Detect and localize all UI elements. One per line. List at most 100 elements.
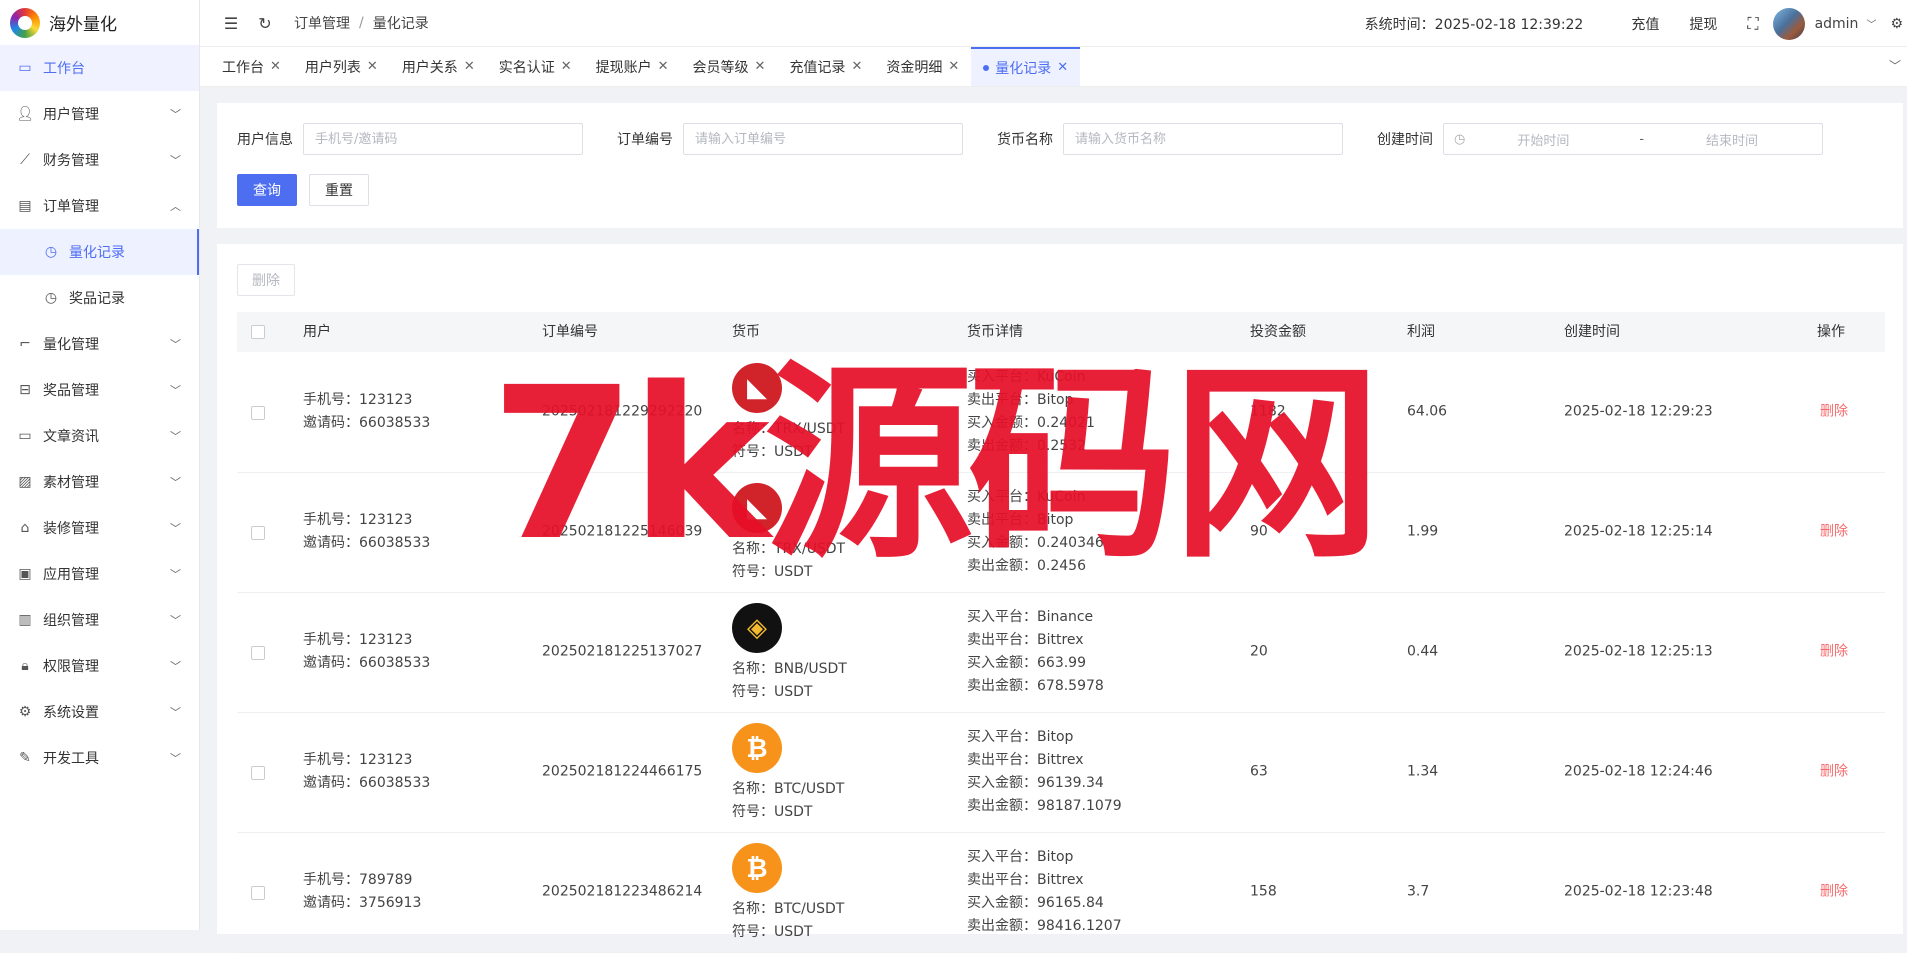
sidebar-item-decoration[interactable]: ⌂ 装修管理 ﹀ [0, 505, 199, 551]
sidebar-item-label: 开发工具 [43, 751, 99, 767]
tab-quant-records[interactable]: 量化记录 ✕ [971, 47, 1081, 86]
tabs-more-chevron-icon[interactable]: ﹀ [1889, 57, 1901, 74]
order-no: 202502181225137027 [542, 643, 703, 660]
delete-link[interactable]: 删除 [1820, 881, 1848, 904]
sidebar-item-materials[interactable]: ▨ 素材管理 ﹀ [0, 459, 199, 505]
close-icon[interactable]: ✕ [561, 59, 572, 74]
delete-link[interactable]: 删除 [1820, 401, 1848, 424]
breadcrumb: 订单管理 / 量化记录 [294, 13, 429, 33]
created-time: 2025-02-18 12:29:23 [1564, 403, 1713, 420]
sidebar-subitem-quant-records[interactable]: ◷ 量化记录 [0, 229, 199, 275]
date-range-picker[interactable]: ◷ 开始时间 - 结束时间 [1443, 123, 1823, 155]
user-menu[interactable]: admin [1815, 16, 1859, 32]
sidebar-item-articles[interactable]: ▭ 文章资讯 ﹀ [0, 413, 199, 459]
chevron-down-icon[interactable]: ﹀ [1866, 16, 1876, 31]
avatar[interactable] [1772, 7, 1805, 40]
sidebar-item-label: 量化管理 [43, 337, 99, 353]
close-icon[interactable]: ✕ [367, 59, 378, 74]
sidebar-subitem-prize-records[interactable]: ◷ 奖品记录 [0, 275, 199, 321]
sidebar-item-apps[interactable]: ▣ 应用管理 ﹀ [0, 551, 199, 597]
tab-label: 资金明细 [886, 59, 943, 76]
coin-name: 名称：BNB/USDT [732, 661, 847, 677]
tab-user-relations[interactable]: 用户关系 ✕ [390, 47, 487, 86]
order-icon: ▤ [18, 198, 32, 214]
refresh-icon[interactable]: ↻ [256, 14, 274, 33]
sidebar-item-prize-management[interactable]: ⊟ 奖品管理 ﹀ [0, 367, 199, 413]
delete-link[interactable]: 删除 [1820, 521, 1848, 544]
buy-amount: 买入金额：96139.34 [967, 775, 1104, 791]
tab-member-levels[interactable]: 会员等级 ✕ [681, 47, 778, 86]
close-icon[interactable]: ✕ [464, 59, 475, 74]
tab-fund-details[interactable]: 资金明细 ✕ [874, 47, 971, 86]
close-icon[interactable]: ✕ [270, 59, 281, 74]
tab-user-list[interactable]: 用户列表 ✕ [293, 47, 390, 86]
sidebar-item-workbench[interactable]: ▭ 工作台 [0, 45, 199, 91]
logo-icon [10, 7, 40, 38]
select-all-checkbox[interactable] [251, 325, 265, 339]
row-checkbox[interactable] [251, 646, 265, 660]
coin-details: 买入平台：Bitop 卖出平台：Bittrex 买入金额：96165.84 卖出… [967, 846, 1122, 938]
tab-label: 充值记录 [789, 59, 846, 76]
recharge-link[interactable]: 充值 [1631, 14, 1659, 34]
reset-button[interactable]: 重置 [309, 174, 369, 206]
header-right: 系统时间：2025-02-18 12:39:22 充值 提现 ⛶ admin ﹀… [1365, 0, 1907, 47]
sidebar-item-permissions[interactable]: 🔒︎ 权限管理 ﹀ [0, 643, 199, 689]
chevron-down-icon: ﹀ [170, 706, 181, 719]
user-cell: 手机号：789789 邀请码：3756913 [303, 869, 421, 915]
system-time: 系统时间：2025-02-18 12:39:22 [1364, 16, 1584, 33]
order-no-label: 订单编号 [617, 132, 673, 148]
sidebar-item-user-management[interactable]: 👤︎ 用户管理 ﹀ [0, 91, 199, 137]
batch-delete-button[interactable]: 删除 [237, 264, 295, 296]
tab-workbench[interactable]: 工作台 ✕ [210, 47, 293, 86]
row-checkbox[interactable] [251, 886, 265, 900]
menu-fold-icon[interactable]: ☰ [222, 14, 240, 33]
sidebar-item-settings[interactable]: ⚙ 系统设置 ﹀ [0, 689, 199, 735]
chevron-down-icon: ﹀ [170, 154, 181, 167]
coin-symbol: 符号：USDT [732, 924, 813, 940]
breadcrumb-item-orders[interactable]: 订单管理 [294, 13, 350, 33]
coin-name-input[interactable] [1063, 123, 1343, 155]
row-checkbox[interactable] [251, 406, 265, 420]
decorate-icon: ⌂ [20, 520, 30, 536]
chevron-down-icon: ﹀ [170, 476, 181, 489]
order-no-input[interactable] [683, 123, 963, 155]
sell-platform: 卖出平台：Bittrex [967, 752, 1084, 768]
sell-amount: 卖出金额：98187.1079 [967, 798, 1122, 814]
app-logo[interactable]: 海外量化 [0, 0, 199, 45]
delete-link[interactable]: 删除 [1820, 761, 1848, 784]
lock-icon: 🔒︎ [21, 658, 29, 674]
fullscreen-icon[interactable]: ⛶ [1747, 14, 1758, 34]
tab-recharge-records[interactable]: 充值记录 ✕ [777, 47, 874, 86]
sidebar-item-finance[interactable]: ⟋ 财务管理 ﹀ [0, 137, 199, 183]
sidebar-item-organization[interactable]: ▥ 组织管理 ﹀ [0, 597, 199, 643]
close-icon[interactable]: ✕ [755, 59, 766, 74]
user-info-input[interactable] [303, 123, 583, 155]
close-icon[interactable]: ✕ [851, 59, 862, 74]
profit: 0.44 [1407, 643, 1439, 660]
breadcrumb-item-current: 量化记录 [372, 16, 429, 32]
settings-gear-icon[interactable]: ⚙ [1890, 16, 1903, 32]
chevron-down-icon: ﹀ [170, 430, 181, 443]
coin-name: 名称：BTC/USDT [732, 901, 845, 917]
tab-withdraw-accounts[interactable]: 提现账户 ✕ [584, 47, 681, 86]
start-time-input[interactable]: 开始时间 [1517, 130, 1597, 149]
breadcrumb-separator: / [359, 15, 364, 31]
row-checkbox[interactable] [251, 526, 265, 540]
tab-label: 会员等级 [692, 59, 749, 76]
query-button[interactable]: 查询 [237, 174, 297, 206]
sidebar: 海外量化 ▭ 工作台 👤︎ 用户管理 ﹀ ⟋ 财务管理 ﹀ ▤ 订单管理 ︿ ◷… [0, 0, 200, 930]
close-icon[interactable]: ✕ [948, 59, 959, 74]
sidebar-item-orders[interactable]: ▤ 订单管理 ︿ [0, 183, 199, 229]
coin-details: 买入平台：Binance 卖出平台：Bittrex 买入金额：663.99 卖出… [967, 606, 1104, 698]
tab-real-name-auth[interactable]: 实名认证 ✕ [487, 47, 584, 86]
delete-link[interactable]: 删除 [1820, 641, 1848, 664]
close-icon[interactable]: ✕ [1057, 60, 1068, 75]
withdraw-link[interactable]: 提现 [1689, 14, 1717, 34]
end-time-input[interactable]: 结束时间 [1706, 130, 1758, 149]
sidebar-item-dev-tools[interactable]: ✎ 开发工具 ﹀ [0, 735, 199, 781]
sidebar-item-quant-management[interactable]: ⌐ 量化管理 ﹀ [0, 321, 199, 367]
row-checkbox[interactable] [251, 766, 265, 780]
invite-code: 邀请码：66038533 [303, 655, 431, 671]
sidebar-item-label: 权限管理 [43, 659, 99, 675]
close-icon[interactable]: ✕ [658, 59, 669, 74]
